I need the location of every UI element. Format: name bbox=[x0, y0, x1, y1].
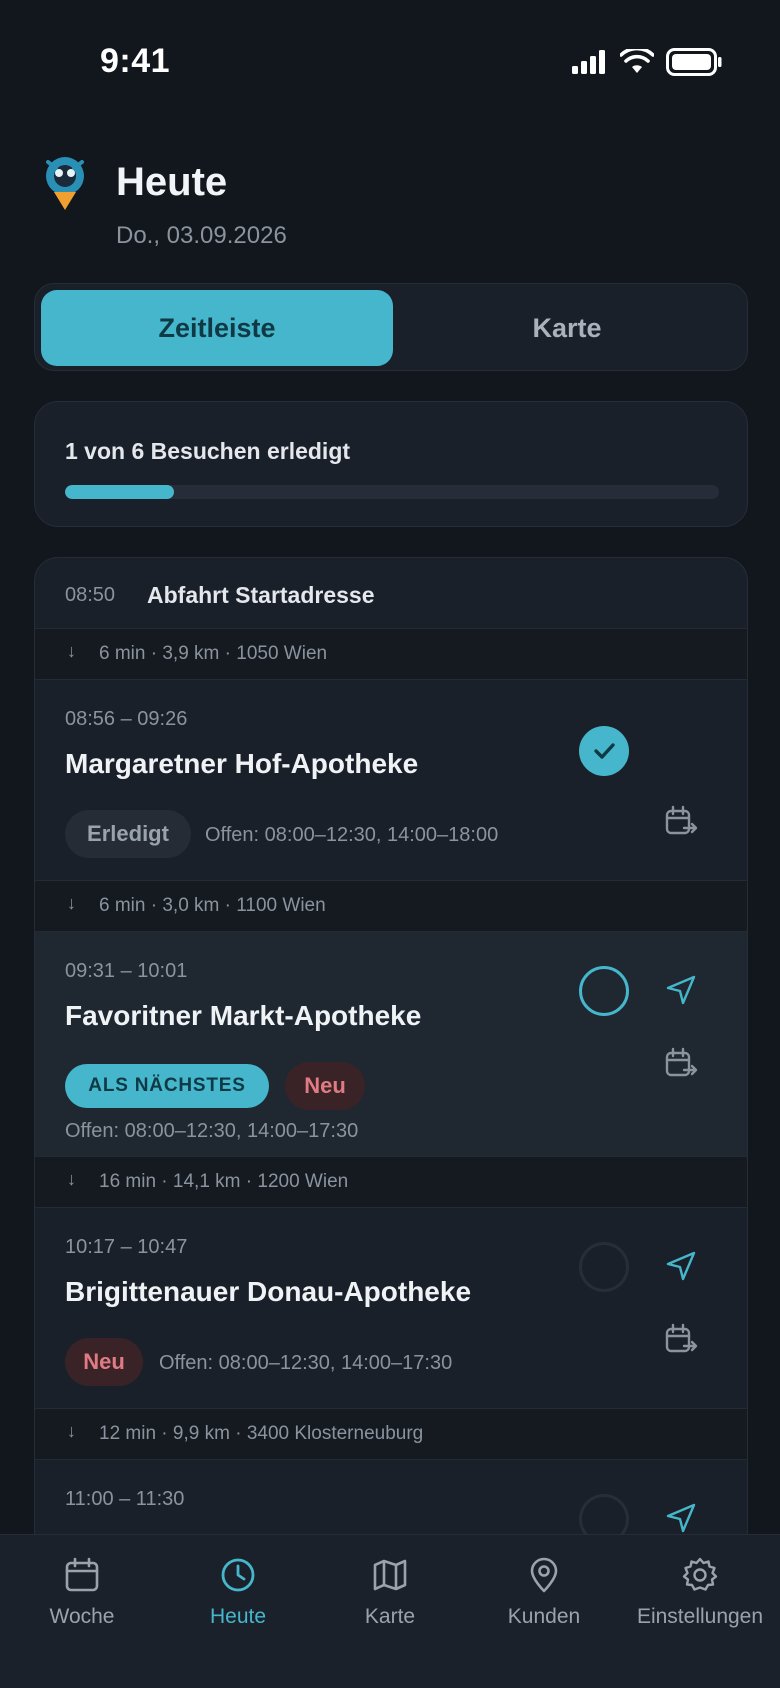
travel-text: 12 min · 9,9 km · 3400 Klosterneuburg bbox=[99, 1423, 424, 1444]
tab-kunden[interactable]: Kunden bbox=[466, 1555, 622, 1655]
opening-hours: Offen: 08:00–12:30, 14:00–18:00 bbox=[205, 824, 499, 846]
new-badge: Neu bbox=[285, 1062, 365, 1110]
new-badge: Neu bbox=[65, 1338, 143, 1386]
progress-fill bbox=[65, 485, 174, 499]
tab-label: Karte bbox=[364, 1605, 416, 1628]
calendar-arrow-icon bbox=[665, 805, 698, 835]
timeline: 08:50 Abfahrt Startadresse ↓ 6 min · 3,9… bbox=[34, 557, 748, 1688]
arrow-down-icon: ↓ bbox=[67, 893, 76, 913]
visit-card[interactable]: 08:56 – 09:26 Margaretner Hof-Apotheke E… bbox=[35, 680, 747, 880]
start-row: 08:50 Abfahrt Startadresse bbox=[35, 558, 747, 630]
app-logo-icon bbox=[46, 157, 84, 210]
navigation-arrow-icon bbox=[666, 1503, 696, 1533]
travel-text: 6 min · 3,0 km · 1100 Wien bbox=[99, 895, 326, 916]
visit-name: Favoritner Markt-Apotheke bbox=[65, 1000, 422, 1031]
tab-zeitleiste[interactable]: Zeitleiste bbox=[41, 290, 393, 366]
calendar-arrow-icon bbox=[665, 1047, 698, 1077]
tab-karte[interactable]: Karte bbox=[312, 1555, 468, 1655]
tab-label: Woche bbox=[49, 1605, 115, 1628]
visit-done-toggle[interactable] bbox=[579, 966, 629, 1016]
navigation-arrow-icon bbox=[666, 975, 696, 1005]
battery-icon bbox=[666, 48, 722, 76]
tab-heute[interactable]: Heute bbox=[160, 1555, 316, 1655]
signal-icon bbox=[572, 50, 605, 74]
navigate-button[interactable] bbox=[661, 1498, 701, 1538]
arrow-down-icon: ↓ bbox=[67, 1169, 76, 1189]
travel-info: ↓ 6 min · 3,0 km · 1100 Wien bbox=[35, 880, 747, 932]
page-header: Heute Do., 03.09.2026 bbox=[40, 150, 740, 260]
calendar-arrow-icon bbox=[665, 1323, 698, 1353]
opening-hours: Offen: 08:00–12:30, 14:00–17:30 bbox=[65, 1120, 359, 1142]
travel-info: ↓ 16 min · 14,1 km · 1200 Wien bbox=[35, 1156, 747, 1208]
reschedule-button[interactable] bbox=[661, 802, 701, 842]
progress-card: 1 von 6 Besuchen erledigt bbox=[34, 401, 748, 527]
travel-info: ↓ 6 min · 3,9 km · 1050 Wien bbox=[35, 628, 747, 680]
reschedule-button[interactable] bbox=[661, 1044, 701, 1084]
arrow-down-icon: ↓ bbox=[67, 641, 76, 661]
status-badge: Erledigt bbox=[65, 810, 191, 858]
arrow-down-icon: ↓ bbox=[67, 1421, 76, 1441]
tab-label: Einstellungen bbox=[636, 1605, 764, 1628]
travel-text: 16 min · 14,1 km · 1200 Wien bbox=[99, 1171, 349, 1192]
tab-label: Heute bbox=[209, 1605, 267, 1628]
visit-card[interactable]: 09:31 – 10:01 Favoritner Markt-Apotheke … bbox=[35, 932, 747, 1156]
clock-icon bbox=[218, 1555, 258, 1595]
progress-label: 1 von 6 Besuchen erledigt bbox=[65, 438, 351, 464]
gear-icon bbox=[680, 1555, 720, 1595]
visit-time: 08:56 – 09:26 bbox=[65, 708, 188, 730]
next-badge: ALS NÄCHSTES bbox=[65, 1064, 269, 1108]
progress-bar bbox=[65, 485, 719, 499]
page-date: Do., 03.09.2026 bbox=[116, 222, 287, 249]
check-icon bbox=[594, 743, 615, 759]
map-icon bbox=[370, 1555, 410, 1595]
visit-name: Margaretner Hof-Apotheke bbox=[65, 748, 419, 779]
start-label: Abfahrt Startadresse bbox=[147, 582, 375, 608]
page-title: Heute bbox=[116, 160, 228, 204]
visit-time: 11:00 – 11:30 bbox=[65, 1488, 185, 1510]
visit-done-toggle[interactable] bbox=[579, 1242, 629, 1292]
tab-karte[interactable]: Karte bbox=[391, 290, 743, 366]
visit-time: 09:31 – 10:01 bbox=[65, 960, 188, 982]
visit-name: Brigittenauer Donau-Apotheke bbox=[65, 1276, 472, 1307]
calendar-icon bbox=[62, 1555, 102, 1595]
status-time: 9:41 bbox=[100, 42, 171, 80]
visit-time: 10:17 – 10:47 bbox=[65, 1236, 188, 1258]
navigate-button[interactable] bbox=[661, 1246, 701, 1286]
status-bar: 9:41 bbox=[0, 0, 780, 120]
tab-einstellungen[interactable]: Einstellungen bbox=[622, 1555, 778, 1655]
travel-text: 6 min · 3,9 km · 1050 Wien bbox=[99, 643, 328, 664]
opening-hours: Offen: 08:00–12:30, 14:00–17:30 bbox=[159, 1352, 453, 1374]
bottom-tab-bar: Woche Heute Karte Kunden Einstellungen bbox=[0, 1534, 780, 1688]
navigation-arrow-icon bbox=[666, 1251, 696, 1281]
travel-info: ↓ 12 min · 9,9 km · 3400 Klosterneuburg bbox=[35, 1408, 747, 1460]
wifi-icon bbox=[620, 49, 654, 73]
visit-done-toggle[interactable] bbox=[579, 726, 629, 776]
status-icons bbox=[572, 48, 722, 76]
navigate-button[interactable] bbox=[661, 970, 701, 1010]
location-pin-icon bbox=[524, 1555, 564, 1595]
visit-card[interactable]: 10:17 – 10:47 Brigittenauer Donau-Apothe… bbox=[35, 1208, 747, 1408]
tab-woche[interactable]: Woche bbox=[4, 1555, 160, 1655]
start-time: 08:50 bbox=[65, 584, 116, 606]
tab-label: Kunden bbox=[507, 1605, 581, 1628]
reschedule-button[interactable] bbox=[661, 1320, 701, 1360]
view-switcher: Zeitleiste Karte bbox=[34, 283, 748, 371]
